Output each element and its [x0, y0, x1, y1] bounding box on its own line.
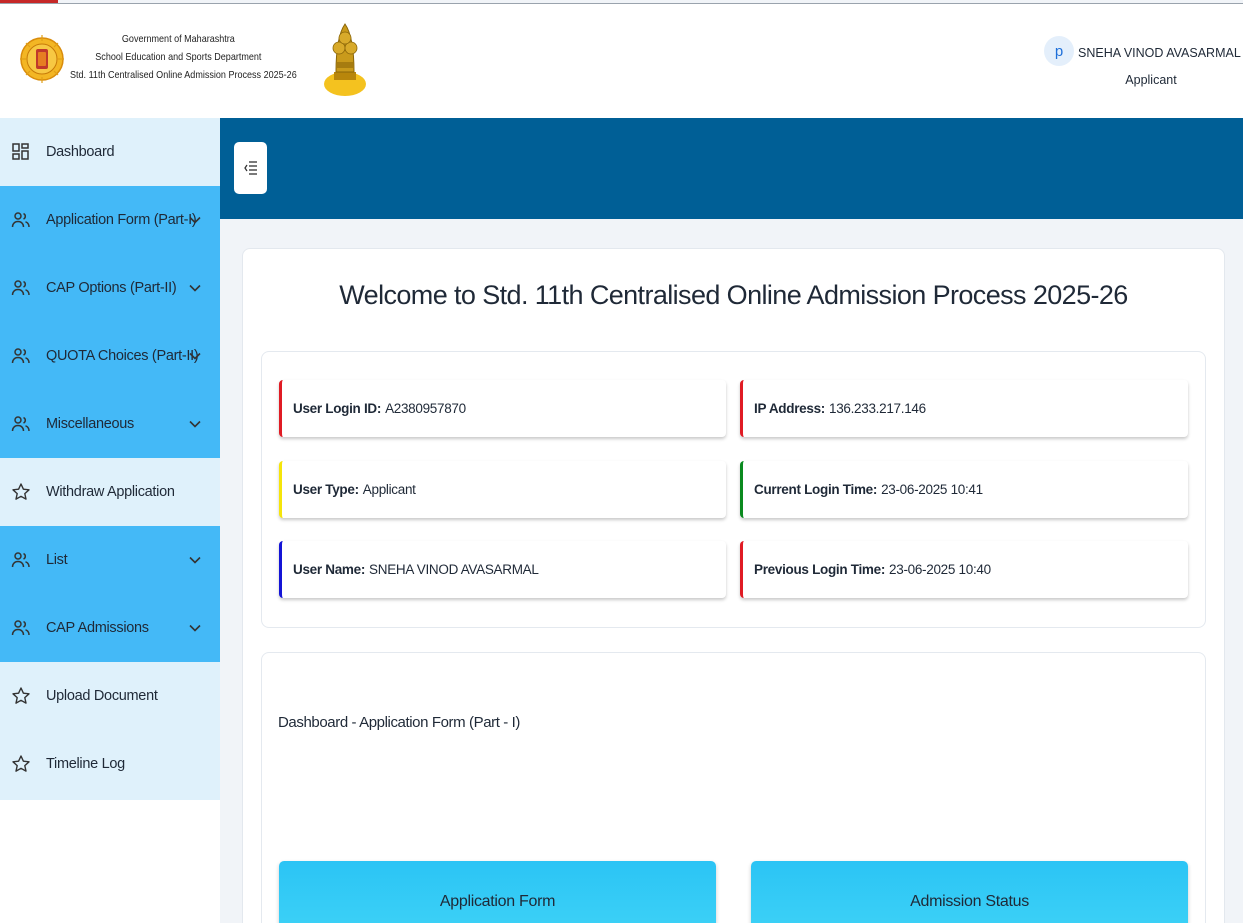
user-name-box: User Name: SNEHA VINOD AVASARMAL	[279, 541, 726, 598]
info-key: Current Login Time:	[754, 482, 878, 497]
star-icon	[12, 755, 30, 772]
current-login-box: Current Login Time: 23-06-2025 10:41	[740, 461, 1188, 518]
sidebar-item-label: Upload Document	[46, 688, 158, 704]
sidebar-item-miscellaneous[interactable]: Miscellaneous	[0, 390, 220, 458]
sidebar-item-label: Miscellaneous	[46, 416, 134, 432]
chevron-down-icon	[189, 216, 201, 224]
info-value: 23-06-2025 10:40	[889, 562, 991, 577]
info-value: 136.233.217.146	[828, 401, 926, 416]
chevron-down-icon	[189, 420, 201, 428]
sidebar-toggle-button[interactable]	[234, 142, 267, 194]
header-government: Government of Maharashtra	[121, 33, 235, 45]
menu-collapse-icon	[243, 161, 257, 175]
info-value: SNEHA VINOD AVASARMAL	[369, 562, 539, 577]
sidebar-item-application-form[interactable]: Application Form (Part-I)	[0, 186, 220, 254]
star-icon	[12, 687, 30, 704]
sidebar-item-withdraw-application[interactable]: Withdraw Application	[0, 458, 220, 526]
sidebar-item-cap-admissions[interactable]: CAP Admissions	[0, 594, 220, 662]
login-id-box: User Login ID: A2380957870	[279, 380, 726, 437]
user-name: SNEHA VINOD AVASARMAL	[1078, 46, 1241, 60]
chevron-down-icon	[189, 556, 201, 564]
sidebar: Dashboard Application Form (Part-I) CAP …	[0, 118, 220, 923]
sidebar-item-label: QUOTA Choices (Part-II)	[46, 348, 199, 364]
chevron-down-icon	[189, 284, 201, 292]
sidebar-item-cap-options[interactable]: CAP Options (Part-II)	[0, 254, 220, 322]
user-avatar[interactable]: p	[1044, 36, 1074, 66]
application-form-card[interactable]: Application Form	[279, 861, 716, 923]
page-title: Welcome to Std. 11th Centralised Online …	[339, 280, 1128, 310]
ashoka-emblem-icon	[324, 23, 366, 96]
sidebar-item-upload-document[interactable]: Upload Document	[0, 662, 220, 730]
chevron-down-icon	[189, 352, 201, 360]
maharashtra-seal-icon	[20, 35, 64, 83]
info-value: 23-06-2025 10:41	[881, 482, 983, 497]
info-key: User Login ID:	[293, 401, 382, 416]
info-key: IP Address:	[754, 401, 825, 416]
header-department: School Education and Sports Department	[95, 51, 262, 63]
sidebar-item-label: CAP Options (Part-II)	[46, 280, 177, 296]
users-icon	[11, 416, 30, 432]
admission-status-card[interactable]: Admission Status	[751, 861, 1188, 923]
sidebar-item-timeline-log[interactable]: Timeline Log	[0, 730, 220, 800]
top-banner	[220, 118, 1243, 219]
info-value: A2380957870	[385, 401, 466, 416]
chevron-down-icon	[189, 624, 201, 632]
user-info: SNEHA VINOD AVASARMAL Applicant	[1078, 40, 1241, 94]
header-process: Std. 11th Centralised Online Admission P…	[70, 69, 297, 81]
dashboard-title: Dashboard - Application Form (Part - I)	[278, 714, 520, 731]
header-title-block: Government of Maharashtra School Educati…	[70, 30, 297, 84]
sidebar-item-label: Withdraw Application	[46, 484, 175, 500]
user-role: Applicant	[1125, 73, 1177, 87]
star-icon	[12, 483, 30, 500]
info-key: User Name:	[293, 562, 366, 577]
users-icon	[11, 348, 30, 364]
sidebar-item-label: Application Form (Part-I)	[46, 212, 197, 228]
sidebar-item-label: Timeline Log	[46, 756, 125, 772]
sidebar-item-list[interactable]: List	[0, 526, 220, 594]
previous-login-box: Previous Login Time: 23-06-2025 10:40	[740, 541, 1188, 598]
info-key: Previous Login Time:	[754, 562, 886, 577]
sidebar-item-label: List	[46, 552, 68, 568]
info-key: User Type:	[293, 482, 359, 497]
sidebar-item-label: CAP Admissions	[46, 620, 149, 636]
sidebar-item-quota-choices[interactable]: QUOTA Choices (Part-II)	[0, 322, 220, 390]
users-icon	[11, 552, 30, 568]
dashboard-grid-icon	[12, 143, 29, 160]
users-icon	[11, 280, 30, 296]
users-icon	[11, 620, 30, 636]
ip-address-box: IP Address: 136.233.217.146	[740, 380, 1188, 437]
sidebar-item-label: Dashboard	[46, 144, 115, 160]
sidebar-item-dashboard[interactable]: Dashboard	[0, 118, 220, 186]
user-type-box: User Type: Applicant	[279, 461, 726, 518]
users-icon	[11, 212, 30, 228]
info-value: Applicant	[362, 482, 416, 497]
